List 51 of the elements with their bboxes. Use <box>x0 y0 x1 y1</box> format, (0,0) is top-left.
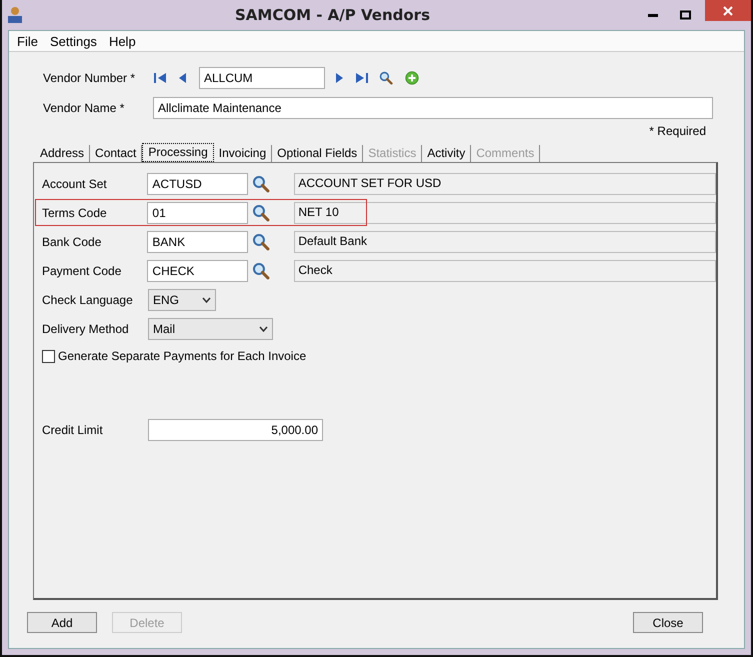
field-label: Payment Code <box>42 264 122 278</box>
search-icon[interactable] <box>377 71 395 85</box>
field-label: Delivery Method <box>42 322 130 336</box>
search-icon[interactable] <box>252 262 270 280</box>
button[interactable]: Add <box>27 612 97 633</box>
tab[interactable]: Invoicing <box>214 145 272 162</box>
code-field[interactable]: 01 <box>147 202 248 224</box>
search-icon[interactable] <box>252 174 270 192</box>
chevron-icon <box>202 296 211 302</box>
first-record-icon[interactable] <box>153 71 167 85</box>
maximize-icon <box>680 10 690 20</box>
code-field[interactable]: CHECK <box>147 260 248 282</box>
description-field: Default Bank <box>294 230 716 252</box>
field-label: Vendor Number * <box>43 71 136 85</box>
field-label: Account Set <box>42 176 108 190</box>
search-icon[interactable] <box>252 232 270 250</box>
description-field: Check <box>294 260 716 282</box>
close-window-button[interactable] <box>705 0 751 21</box>
window-title: SAMCOM - A/P Vendors <box>234 6 431 24</box>
description-field: ACCOUNT SET FOR USD <box>294 172 716 194</box>
tab[interactable]: Address <box>35 145 90 162</box>
add-icon[interactable] <box>403 71 421 85</box>
search-icon[interactable] <box>252 204 270 222</box>
menu-item[interactable]: File <box>13 34 42 48</box>
dropdown[interactable]: Mail <box>148 318 273 340</box>
checkbox[interactable] <box>42 350 55 362</box>
menu-item[interactable]: Settings <box>46 34 101 48</box>
checkbox-label: Generate Separate Payments for Each Invoice <box>58 349 306 363</box>
vendor-number-field[interactable]: ALLCUM <box>199 67 325 89</box>
field-label: Check Language <box>42 292 134 306</box>
amount-field[interactable]: 5,000.00 <box>148 418 323 440</box>
dropdown[interactable]: ENG <box>148 288 216 310</box>
last-record-icon[interactable] <box>355 71 369 85</box>
field-label: Credit Limit <box>42 422 104 436</box>
code-field[interactable]: BANK <box>147 230 248 252</box>
chevron-icon <box>259 326 268 332</box>
vendor-name-field[interactable]: Allclimate Maintenance <box>153 97 713 119</box>
tab[interactable]: Optional Fields <box>272 145 364 162</box>
field-label: Terms Code <box>42 206 108 220</box>
code-field[interactable]: ACTUSD <box>147 172 248 194</box>
field-label: Bank Code <box>42 234 102 248</box>
close-icon <box>723 6 733 16</box>
minimize-icon <box>648 14 658 16</box>
description-field: NET 10 <box>294 202 716 224</box>
field-label: Vendor Name * <box>43 101 126 115</box>
tab[interactable]: Processing <box>142 143 214 162</box>
required-note: * Required <box>649 124 706 138</box>
tab[interactable]: Activity <box>422 145 472 162</box>
button[interactable]: Close <box>633 612 703 633</box>
menu-item[interactable]: Help <box>104 34 140 48</box>
app-icon <box>6 6 24 24</box>
